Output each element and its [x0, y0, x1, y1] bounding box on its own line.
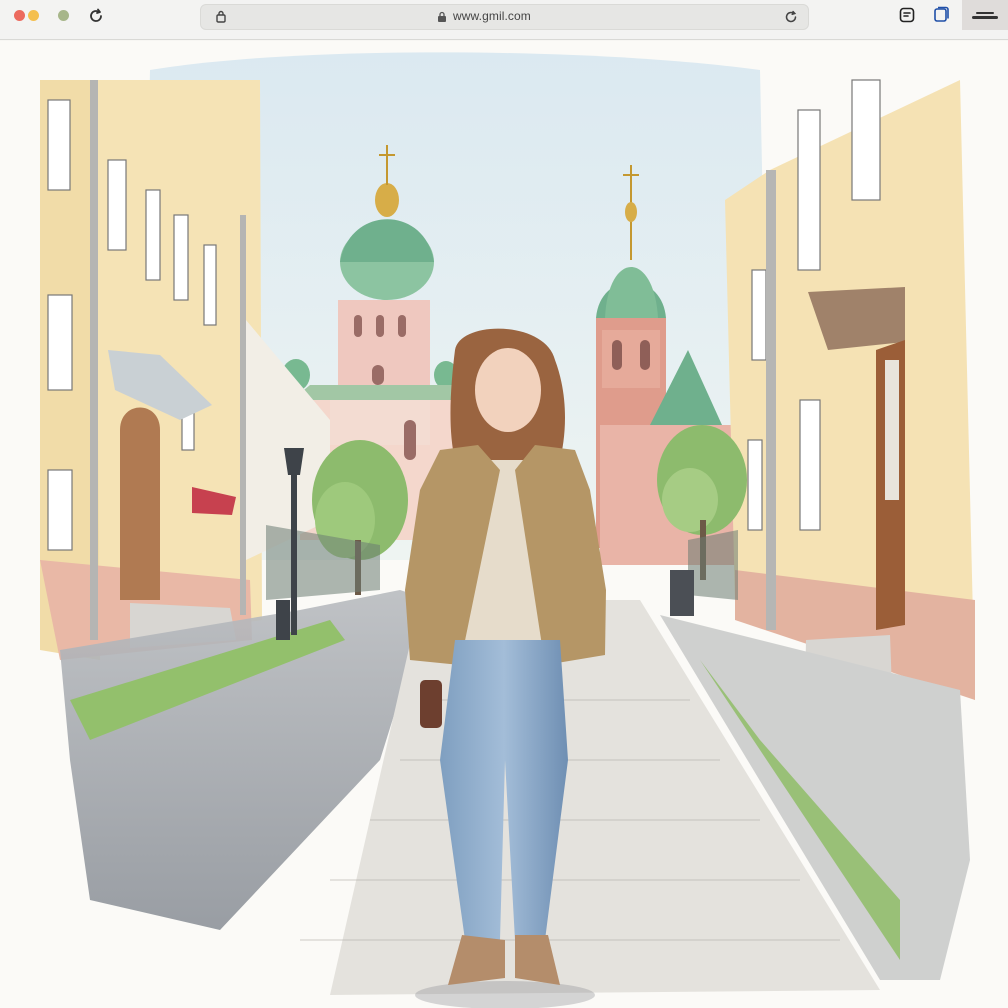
- reload-icon[interactable]: [86, 6, 106, 26]
- browser-toolbar: www.gmil.com: [0, 0, 1008, 40]
- address-bar[interactable]: www.gmil.com: [200, 4, 809, 30]
- trash-bin: [670, 570, 694, 616]
- share-icon[interactable]: [898, 6, 916, 24]
- close-window-button[interactable]: [14, 10, 25, 21]
- url-reload-icon[interactable]: [782, 8, 800, 26]
- page-info-icon[interactable]: [215, 10, 227, 24]
- tabs-icon[interactable]: [932, 6, 950, 24]
- watercolor-street-illustration: [40, 52, 975, 1008]
- page-content: [0, 41, 1008, 1008]
- menu-button[interactable]: [962, 0, 1008, 30]
- lock-icon: [438, 11, 446, 22]
- maximize-window-button[interactable]: [58, 10, 69, 21]
- url-text: www.gmil.com: [453, 9, 531, 23]
- minimize-window-button[interactable]: [28, 10, 39, 21]
- buildings-right: [725, 79, 975, 700]
- menu-icon: [972, 12, 998, 19]
